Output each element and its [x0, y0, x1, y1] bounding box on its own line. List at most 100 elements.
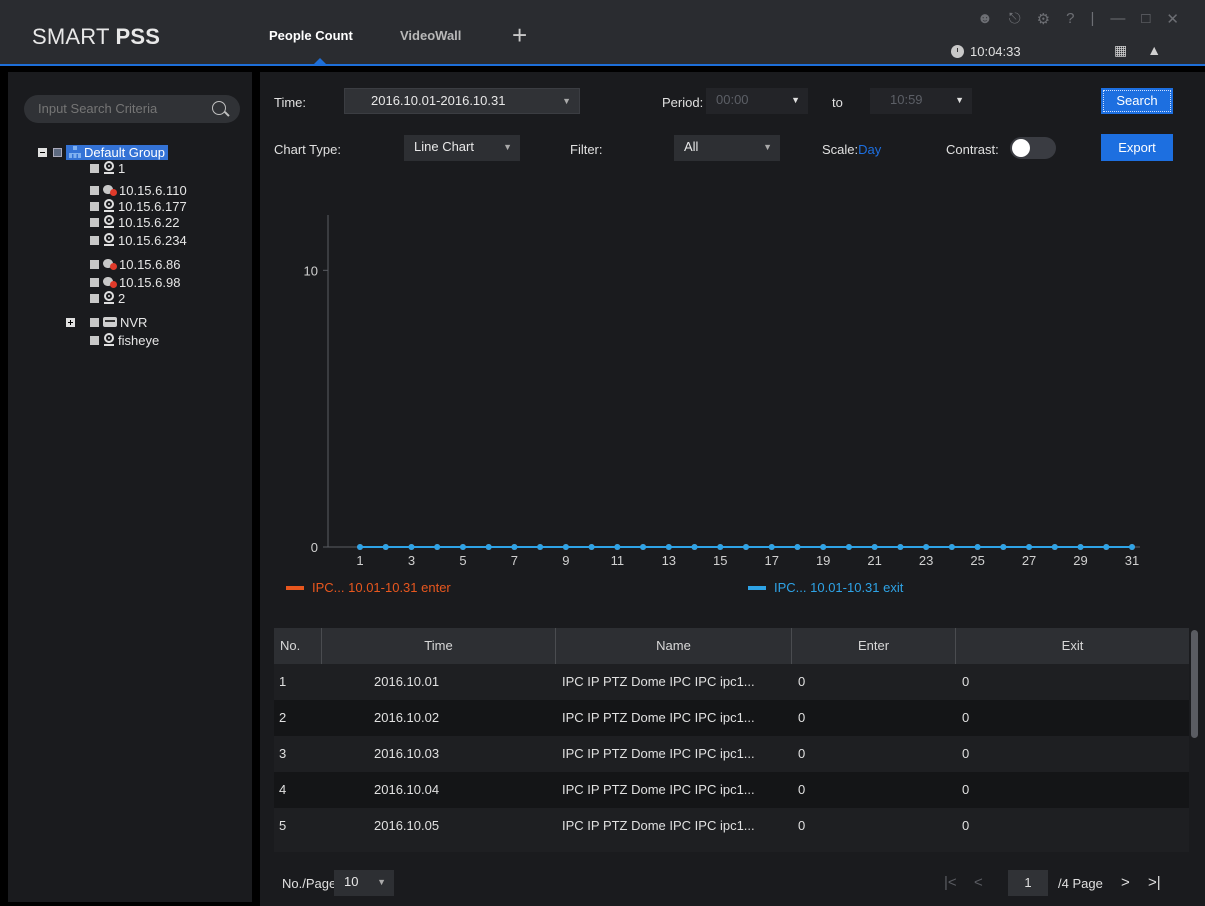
item-checkbox[interactable]	[90, 259, 99, 269]
minimize-icon[interactable]: —	[1110, 10, 1125, 28]
col-header-time[interactable]: Time	[322, 628, 556, 664]
x-tick-label: 15	[713, 553, 727, 568]
cell-exit: 0	[962, 782, 970, 797]
divider-icon: |	[1090, 10, 1095, 27]
col-header-enter[interactable]: Enter	[792, 628, 956, 664]
data-point	[614, 544, 621, 550]
cell-no: 2	[279, 710, 287, 725]
gear-icon[interactable]: ⚙	[1037, 10, 1050, 28]
collapse-icon[interactable]	[38, 147, 47, 157]
item-checkbox[interactable]	[90, 335, 99, 345]
chart-type-select[interactable]: Line Chart ▼	[404, 135, 520, 161]
cpu-icon[interactable]: ▦	[1114, 42, 1127, 59]
legend-enter[interactable]: IPC... 10.01-10.31 enter	[286, 580, 451, 595]
cell-time: 2016.10.04	[374, 782, 440, 797]
tree-item[interactable]: 1	[90, 160, 125, 176]
table-row[interactable]: 5 2016.10.05 IPC IP PTZ Dome IPC IPC ipc1.…	[274, 808, 1189, 844]
data-point	[820, 544, 827, 550]
table-scroll-thumb[interactable]	[1191, 630, 1198, 738]
tree-group-default[interactable]: Default Group	[38, 144, 168, 160]
table-row[interactable]: 3 2016.10.03 IPC IP PTZ Dome IPC IPC ipc1.…	[274, 736, 1189, 772]
tab-videowall[interactable]: VideoWall	[400, 28, 461, 43]
group-icon	[69, 146, 81, 158]
tree-item[interactable]: 10.15.6.110	[90, 182, 187, 198]
period-from-select[interactable]: 00:00 ▼	[706, 88, 808, 114]
bell-icon[interactable]: ▲	[1147, 42, 1161, 59]
cell-no: 1	[279, 674, 287, 689]
col-header-name[interactable]: Name	[556, 628, 792, 664]
search-icon[interactable]	[212, 101, 226, 115]
data-point	[665, 544, 672, 550]
page-number-input[interactable]: 1	[1008, 870, 1048, 896]
data-point	[640, 544, 647, 550]
tree-item-label: 10.15.6.98	[119, 274, 181, 290]
period-to-select[interactable]: 10:59 ▼	[870, 88, 972, 114]
camera-offline-icon	[103, 258, 117, 270]
scale-value[interactable]: Day	[858, 142, 881, 157]
first-page-button[interactable]: |<	[944, 874, 957, 891]
col-header-exit[interactable]: Exit	[956, 628, 1189, 664]
tree-item[interactable]: 10.15.6.22	[90, 214, 179, 230]
cell-exit: 0	[962, 710, 970, 725]
item-checkbox[interactable]	[90, 277, 99, 287]
close-icon[interactable]: ✕	[1166, 10, 1179, 28]
data-point	[408, 544, 415, 550]
col-header-no[interactable]: No.	[274, 628, 322, 664]
item-checkbox[interactable]	[90, 201, 99, 211]
x-tick-label: 29	[1073, 553, 1087, 568]
x-tick-label: 21	[867, 553, 881, 568]
help-icon[interactable]: ?	[1066, 10, 1074, 28]
legend-exit[interactable]: IPC... 10.01-10.31 exit	[748, 580, 903, 595]
item-checkbox[interactable]	[90, 293, 99, 303]
x-tick-label: 7	[511, 553, 518, 568]
camera-icon	[103, 291, 115, 305]
item-checkbox[interactable]	[90, 317, 99, 327]
chevron-down-icon: ▼	[763, 142, 772, 152]
data-point	[588, 544, 595, 550]
time-range-select[interactable]: 2016.10.01-2016.10.31 ▼	[344, 88, 580, 114]
export-button[interactable]: Export	[1101, 134, 1173, 161]
table-row[interactable]	[274, 844, 1189, 852]
lock-icon[interactable]: ⎋	[1009, 10, 1021, 28]
last-page-button[interactable]: >|	[1148, 874, 1161, 891]
table-row[interactable]: 2 2016.10.02 IPC IP PTZ Dome IPC IPC ipc1.…	[274, 700, 1189, 736]
group-checkbox[interactable]	[53, 147, 62, 157]
nvr-icon	[103, 317, 117, 327]
item-checkbox[interactable]	[90, 235, 99, 245]
device-search-input[interactable]	[38, 101, 198, 116]
search-button[interactable]: Search	[1101, 88, 1173, 114]
data-point	[743, 544, 749, 550]
expand-icon[interactable]	[66, 317, 75, 327]
active-tab-indicator	[314, 58, 326, 64]
tree-item[interactable]: 10.15.6.98	[90, 274, 180, 290]
tree-item[interactable]: 10.15.6.234	[90, 232, 187, 248]
cell-time: 2016.10.01	[374, 674, 440, 689]
data-point	[459, 544, 466, 550]
tree-item-nvr[interactable]: NVR	[66, 314, 147, 330]
tree-item[interactable]: 2	[90, 290, 125, 306]
per-page-label: No./Page	[282, 876, 337, 891]
tree-group-label[interactable]: Default Group	[66, 144, 168, 160]
tree-item-fisheye[interactable]: fisheye	[90, 332, 159, 348]
tree-item[interactable]: 10.15.6.177	[90, 198, 187, 214]
cell-name: IPC IP PTZ Dome IPC IPC ipc1...	[562, 782, 755, 797]
item-checkbox[interactable]	[90, 163, 99, 173]
cell-exit: 0	[962, 674, 970, 689]
next-page-button[interactable]: >	[1121, 874, 1130, 891]
user-icon[interactable]: ☻	[977, 10, 993, 28]
contrast-toggle[interactable]	[1010, 137, 1056, 159]
table-row[interactable]: 1 2016.10.01 IPC IP PTZ Dome IPC IPC ipc1.…	[274, 664, 1189, 700]
filter-select[interactable]: All ▼	[674, 135, 780, 161]
tab-people-count[interactable]: People Count	[269, 28, 353, 43]
tree-item[interactable]: 10.15.6.86	[90, 256, 180, 272]
add-tab-button[interactable]: +	[512, 20, 527, 51]
cell-name: IPC IP PTZ Dome IPC IPC ipc1...	[562, 710, 755, 725]
table-row[interactable]: 4 2016.10.04 IPC IP PTZ Dome IPC IPC ipc1.…	[274, 772, 1189, 808]
per-page-select[interactable]: 10 ▼	[334, 870, 394, 896]
x-tick-label: 11	[611, 553, 625, 568]
total-pages-label: /4 Page	[1058, 876, 1103, 891]
prev-page-button[interactable]: <	[974, 874, 983, 891]
item-checkbox[interactable]	[90, 185, 99, 195]
maximize-icon[interactable]: □	[1141, 10, 1150, 28]
item-checkbox[interactable]	[90, 217, 99, 227]
